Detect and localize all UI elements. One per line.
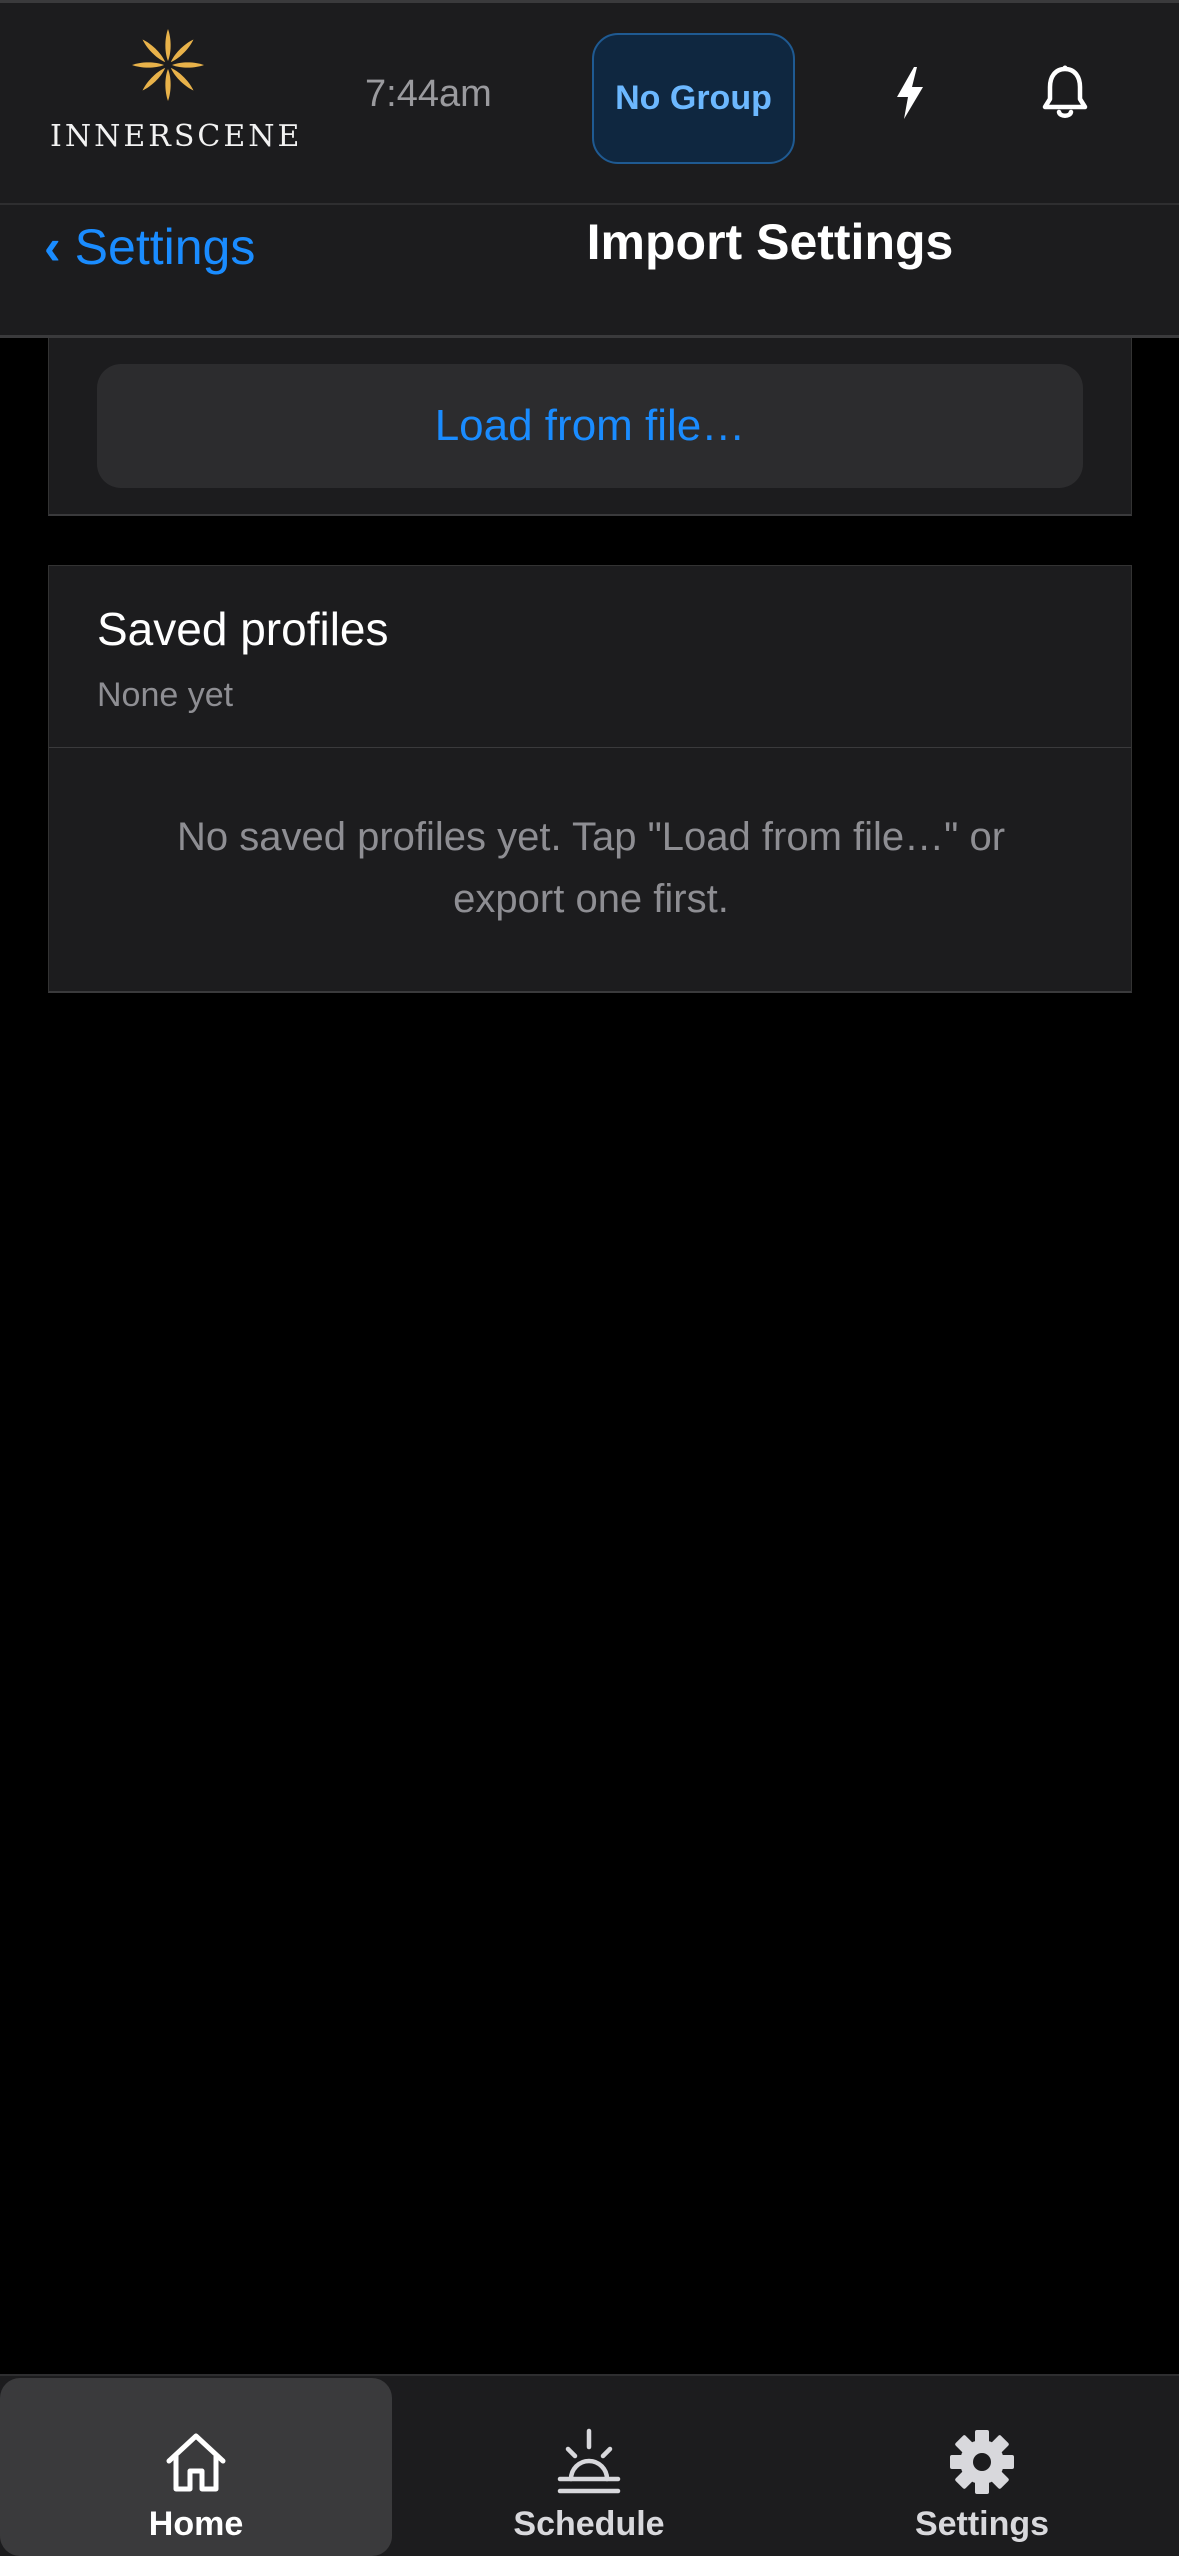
page-title: Import Settings [586, 214, 954, 270]
load-from-file-button[interactable]: Load from file… [97, 364, 1083, 488]
sunburst-logo-icon [132, 29, 204, 101]
power-button[interactable] [880, 58, 940, 128]
saved-profiles-header: Saved profiles None yet [49, 566, 1131, 748]
tab-schedule[interactable]: Schedule [393, 2378, 785, 2556]
sunrise-icon [557, 2428, 621, 2494]
tab-home-label: Home [148, 2505, 244, 2543]
clock-time: 7:44am [365, 73, 492, 115]
top-header: INNERSCENE 7:44am No Group [0, 0, 1179, 205]
group-selector-button[interactable]: No Group [592, 33, 795, 164]
notifications-button[interactable] [1030, 58, 1100, 128]
nav-bar: ‹ Settings Import Settings [0, 205, 1179, 338]
bell-icon [1042, 65, 1088, 118]
lightning-bolt-icon [897, 67, 923, 119]
empty-state-message: No saved profiles yet. Tap "Load from fi… [176, 815, 1006, 921]
brand-wordmark: INNERSCENE [50, 119, 303, 154]
brand-logo[interactable]: INNERSCENE [50, 25, 303, 155]
saved-profiles-card: Saved profiles None yet No saved profile… [48, 565, 1132, 993]
load-card: Load from file… [48, 338, 1132, 516]
tab-schedule-label: Schedule [513, 2505, 665, 2543]
tab-settings[interactable]: Settings [786, 2378, 1178, 2556]
load-from-file-label: Load from file… [434, 401, 746, 450]
gear-icon [950, 2430, 1014, 2494]
back-button-label: Settings [74, 219, 256, 275]
group-selector-label: No Group [615, 79, 772, 117]
tab-settings-label: Settings [914, 2505, 1050, 2543]
saved-profiles-title: Saved profiles [97, 603, 389, 655]
bottom-tab-bar: Home Schedule Settings [0, 2374, 1179, 2556]
chevron-left-icon: ‹ [44, 219, 61, 275]
tab-home[interactable]: Home [0, 2378, 392, 2556]
saved-profiles-subtitle: None yet [97, 676, 234, 714]
app-screen: INNERSCENE 7:44am No Group ‹ Settings Im… [0, 0, 1179, 2556]
home-icon [166, 2433, 226, 2492]
back-to-settings-button[interactable]: ‹ Settings [44, 217, 255, 277]
